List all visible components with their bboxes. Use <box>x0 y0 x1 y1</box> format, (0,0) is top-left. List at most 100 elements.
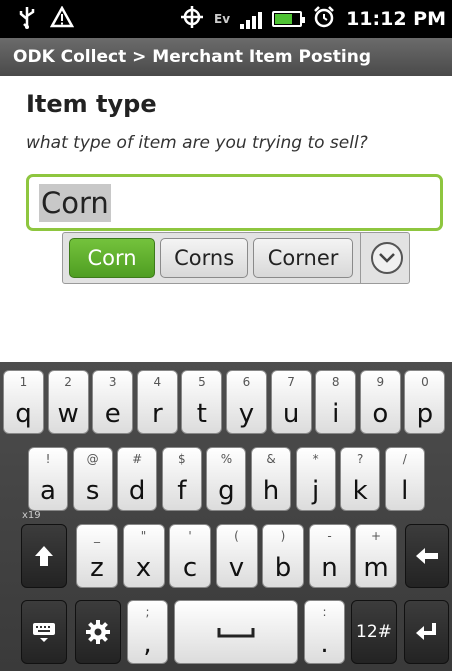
key-p[interactable]: 0p <box>404 370 446 434</box>
key-k[interactable]: ? k <box>340 447 381 511</box>
key-d[interactable]: # d <box>117 447 158 511</box>
key-u[interactable]: 7u <box>270 370 312 434</box>
key-q[interactable]: 1q <box>3 370 44 434</box>
key-label: g <box>218 476 235 506</box>
key-secondary-label: " <box>140 529 147 543</box>
key-secondary-label: ? <box>357 452 364 466</box>
key-f[interactable]: $ f <box>161 447 202 511</box>
key-secondary-label: 9 <box>376 375 385 389</box>
status-clock: 11:12 PM <box>346 8 446 30</box>
battery-icon <box>272 11 306 27</box>
key-i[interactable]: 8i <box>315 370 357 434</box>
key-label: u <box>282 399 300 429</box>
answer-text[interactable]: Corn <box>39 183 111 222</box>
enter-icon <box>405 601 448 663</box>
key-secondary-label: @ <box>86 452 99 466</box>
period-key[interactable]: : . <box>304 600 345 664</box>
symbols-key[interactable]: 12# <box>351 600 397 664</box>
key-label: z <box>90 553 104 583</box>
space-key[interactable] <box>174 600 298 664</box>
key-label: i <box>332 399 340 429</box>
key-label: n <box>321 553 338 583</box>
key-secondary-label: & <box>266 452 276 466</box>
key-secondary-label: 3 <box>108 375 117 389</box>
keyboard-settings-key[interactable] <box>21 600 67 664</box>
key-secondary-label: / <box>402 452 407 466</box>
key-label: o <box>372 399 389 429</box>
key-label: t <box>196 399 207 429</box>
key-g[interactable]: % g <box>206 447 247 511</box>
backspace-icon <box>406 525 448 587</box>
settings-key[interactable] <box>75 600 121 664</box>
key-label: d <box>128 476 146 506</box>
key-secondary-label: # <box>132 452 143 466</box>
key-l[interactable]: / l <box>384 447 425 511</box>
key-label: b <box>274 553 292 583</box>
key-m[interactable]: + m <box>355 524 397 588</box>
key-n[interactable]: -n <box>308 524 351 588</box>
key-label: , <box>143 629 152 659</box>
answer-input[interactable]: Corn <box>26 174 443 231</box>
key-label: k <box>352 476 368 506</box>
key-label: r <box>151 399 163 429</box>
key-label: . <box>320 629 329 659</box>
backspace-key[interactable] <box>405 524 449 588</box>
expand-suggestions-button[interactable] <box>366 233 409 283</box>
enter-key[interactable] <box>404 600 449 664</box>
key-label: s <box>85 476 100 506</box>
key-r[interactable]: 4r <box>136 370 178 434</box>
shift-key[interactable] <box>21 524 67 588</box>
suggestion-item[interactable]: Corn <box>69 238 156 278</box>
key-a[interactable]: ! a <box>28 447 68 511</box>
key-j[interactable]: * j <box>295 447 336 511</box>
app-title-bar: ODK Collect > Merchant Item Posting <box>0 38 452 76</box>
key-secondary-label: ' <box>188 529 192 543</box>
key-t[interactable]: 5t <box>181 370 223 434</box>
key-z[interactable]: _ z <box>76 524 118 588</box>
key-secondary-label: 4 <box>153 375 162 389</box>
gear-icon <box>76 601 120 663</box>
key-secondary-label: 6 <box>242 375 251 389</box>
suggestion-label: Corn <box>87 246 137 270</box>
key-s[interactable]: @ s <box>72 447 113 511</box>
battery-level <box>275 14 292 24</box>
key-y[interactable]: 6y <box>226 370 267 434</box>
usb-icon <box>18 5 36 34</box>
suggestion-divider <box>359 233 361 283</box>
key-o[interactable]: 9o <box>359 370 401 434</box>
data-activity-icon: Ev <box>214 13 230 25</box>
key-w[interactable]: 2w <box>47 370 89 434</box>
key-label: j <box>311 476 320 506</box>
question-label: Item type <box>26 90 157 118</box>
suggestion-item[interactable]: Corns <box>160 238 249 278</box>
key-label: p <box>416 399 434 429</box>
suggestion-item[interactable]: Corner <box>253 238 353 278</box>
key-b[interactable]: ) b <box>262 524 304 588</box>
key-e[interactable]: 3e <box>92 370 134 434</box>
key-label: h <box>262 476 280 506</box>
key-secondary-label: % <box>220 452 233 466</box>
key-secondary-label: : <box>322 605 327 619</box>
key-secondary-label: 7 <box>287 375 295 389</box>
key-secondary-label: 5 <box>198 375 206 389</box>
keyboard-hint-label: x19 <box>22 510 41 521</box>
key-label: v <box>228 553 245 583</box>
warning-icon <box>49 4 75 33</box>
key-label: f <box>177 476 187 506</box>
app-title: ODK Collect > Merchant Item Posting <box>13 47 372 67</box>
question-hint: what type of item are you trying to sell… <box>26 133 368 153</box>
key-x[interactable]: " x <box>122 524 165 588</box>
key-secondary-label: ; <box>145 605 150 619</box>
key-secondary-label: 0 <box>421 375 429 389</box>
key-secondary-label: $ <box>177 452 186 466</box>
key-label: c <box>182 553 198 583</box>
suggestion-label: Corns <box>174 246 235 270</box>
key-h[interactable]: & h <box>251 447 291 511</box>
key-secondary-label: - <box>327 529 332 543</box>
key-secondary-label: ) <box>280 529 286 543</box>
comma-key[interactable]: ; , <box>127 600 168 664</box>
key-label: y <box>238 399 255 429</box>
key-v[interactable]: (v <box>215 524 258 588</box>
suggestion-label: Corner <box>267 246 339 270</box>
key-c[interactable]: ' c <box>169 524 211 588</box>
